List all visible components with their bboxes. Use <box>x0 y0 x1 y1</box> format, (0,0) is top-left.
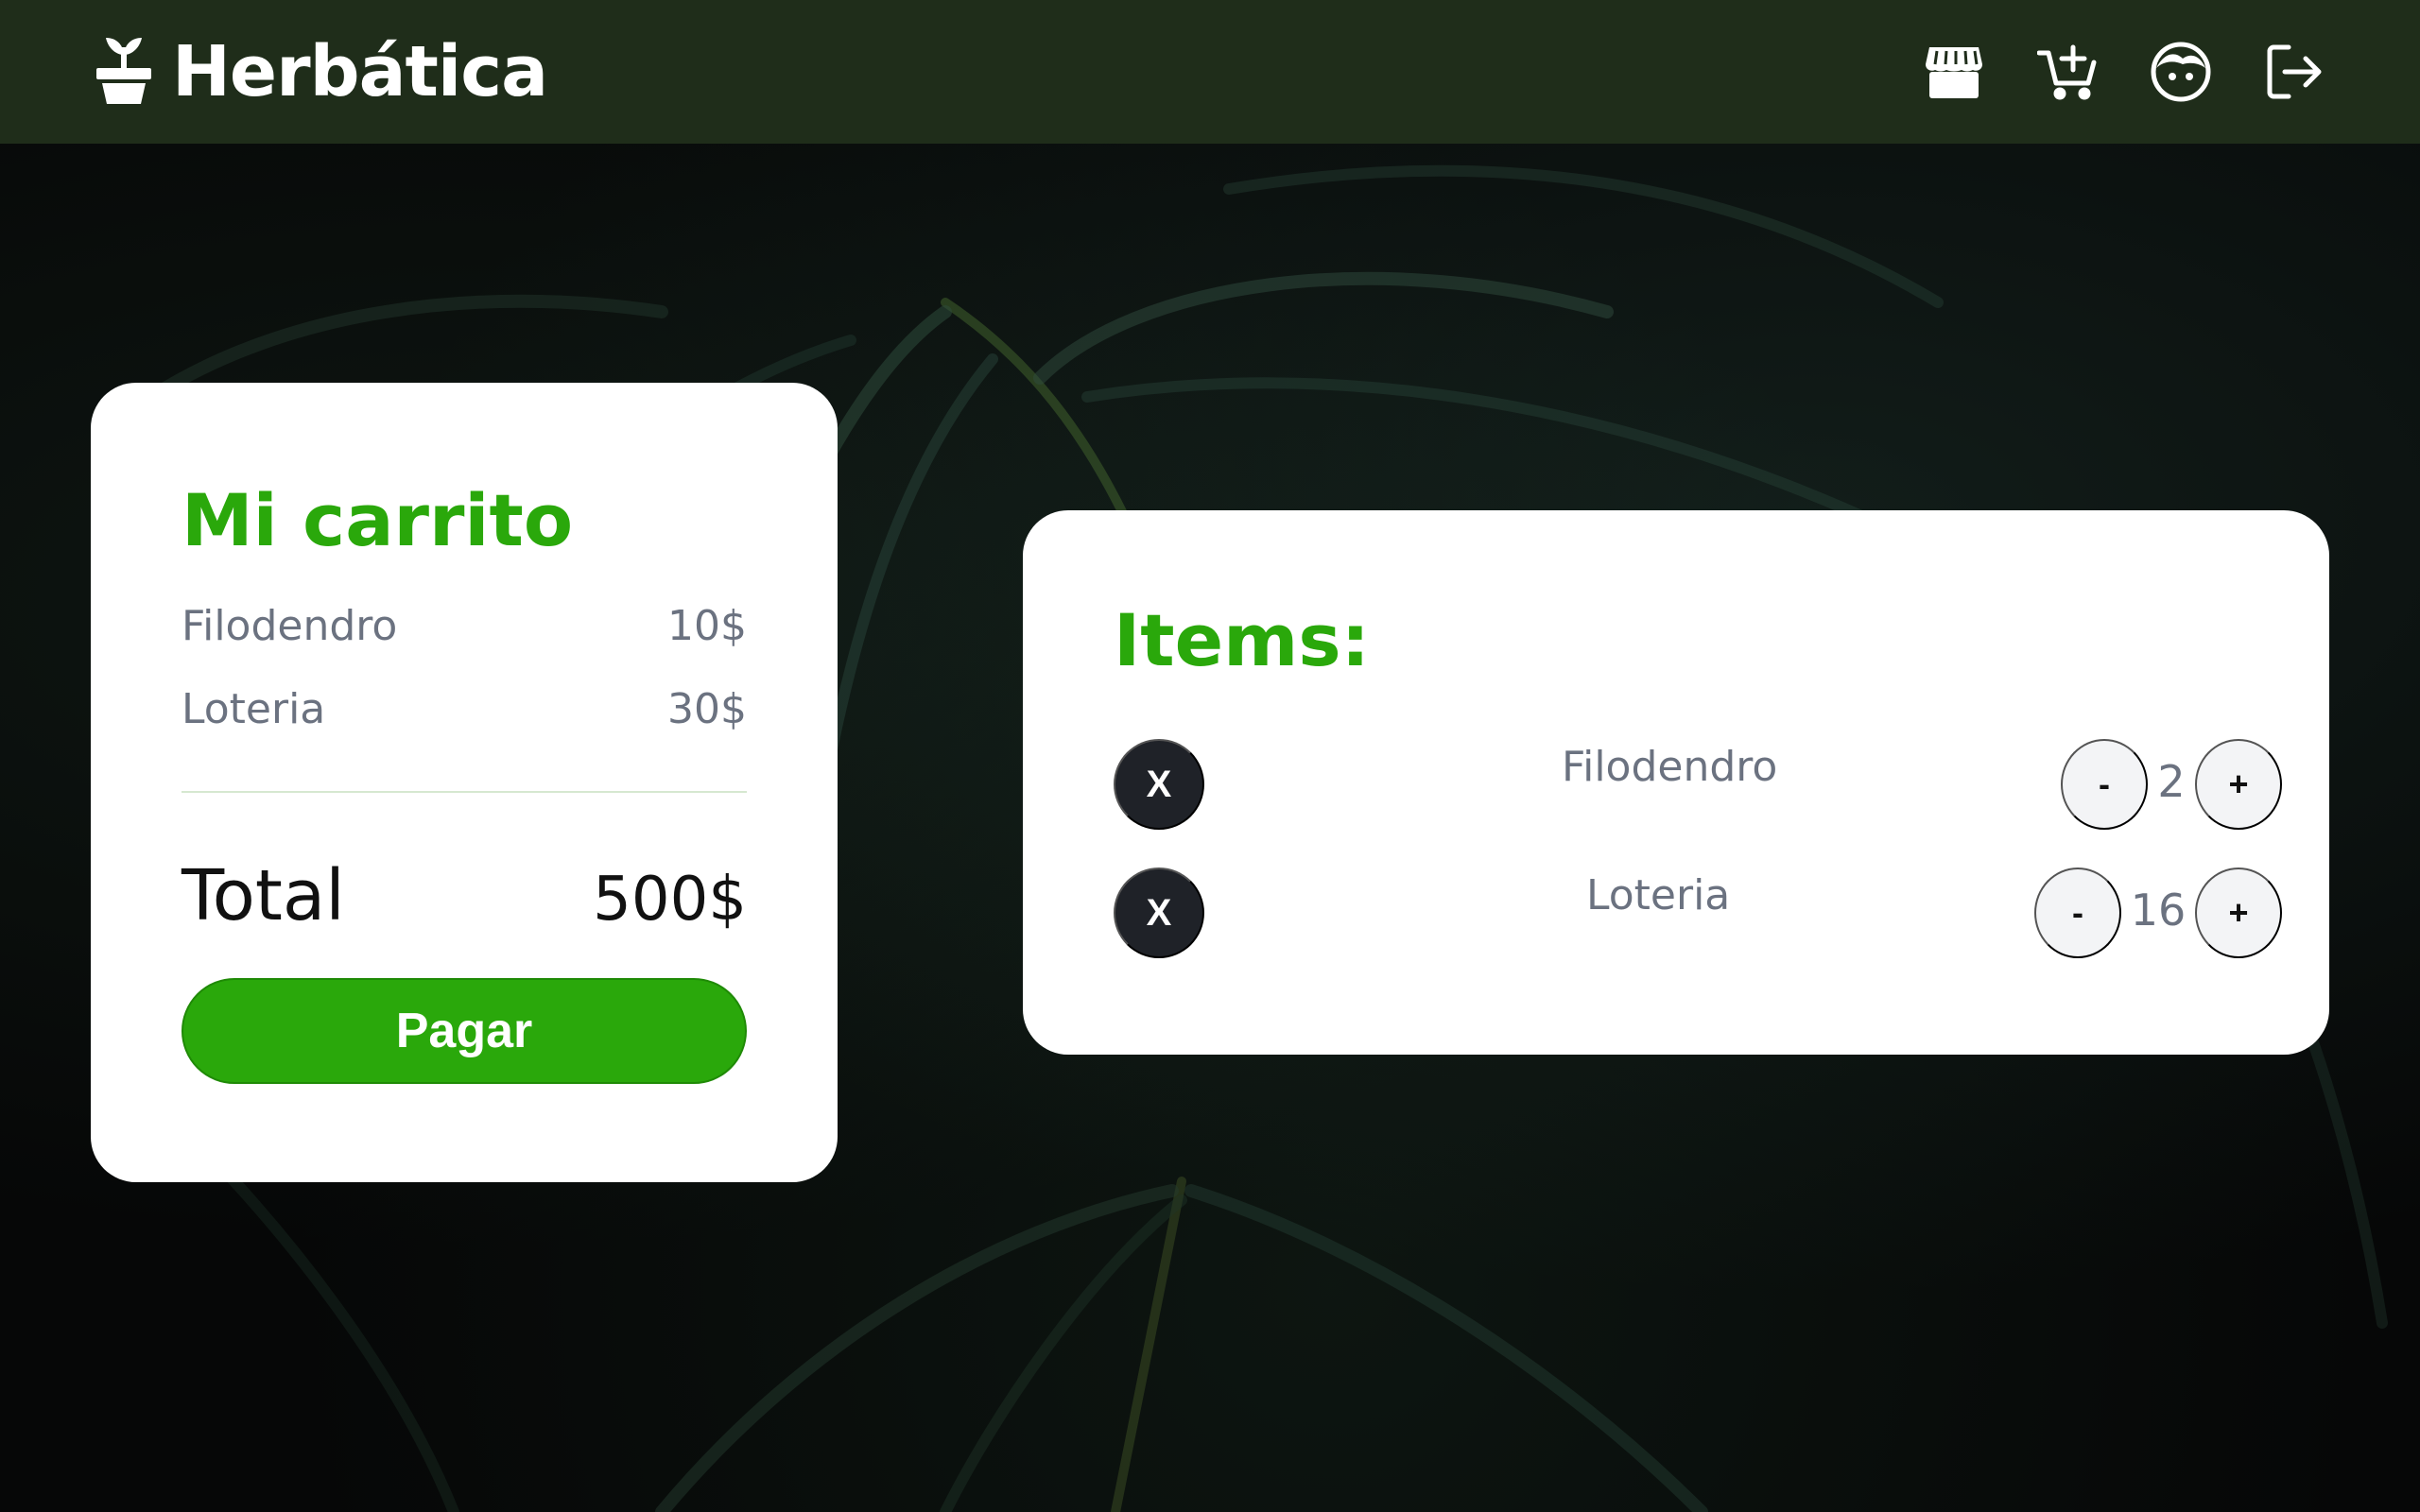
cart-line-price: 10$ <box>667 602 747 650</box>
logout-icon[interactable] <box>2263 41 2325 103</box>
item-name: Filodendro <box>1562 743 1778 791</box>
top-navbar: Herbática <box>0 0 2420 144</box>
item-row: X Loteria - 16 + <box>1114 868 2282 958</box>
increase-quantity-button[interactable]: + <box>2195 868 2282 958</box>
quantity-value: 16 <box>2130 885 2187 936</box>
brand-name: Herbática <box>172 31 548 112</box>
increase-quantity-button[interactable]: + <box>2195 739 2282 830</box>
plant-pot-icon <box>95 34 153 110</box>
cart-title: Mi carrito <box>182 478 574 562</box>
item-name: Loteria <box>1586 871 1731 919</box>
cart-line-name: Filodendro <box>182 602 398 650</box>
user-face-icon[interactable] <box>2150 41 2212 103</box>
decrease-quantity-button[interactable]: - <box>2061 739 2148 830</box>
items-card: Items: X Filodendro - 2 + X Loteria - 16… <box>1023 510 2329 1055</box>
brand-logo[interactable]: Herbática <box>95 31 548 112</box>
nav-actions <box>1923 38 2325 106</box>
quantity-value: 2 <box>2157 756 2186 807</box>
cart-line-name: Loteria <box>182 685 326 733</box>
cart-divider <box>182 791 747 793</box>
remove-item-button[interactable]: X <box>1114 739 1204 830</box>
items-title: Items: <box>1114 598 1370 682</box>
total-label: Total <box>182 855 345 936</box>
total-value: 500$ <box>593 865 747 935</box>
cart-add-icon[interactable] <box>2036 41 2099 103</box>
store-icon[interactable] <box>1923 41 1985 103</box>
total-row: Total 500$ <box>182 855 747 936</box>
pay-button[interactable]: Pagar <box>182 978 747 1084</box>
item-row: X Filodendro - 2 + <box>1114 739 2282 830</box>
cart-line-item: Filodendro 10$ <box>182 602 747 650</box>
remove-item-button[interactable]: X <box>1114 868 1204 958</box>
cart-line-price: 30$ <box>667 685 747 733</box>
cart-summary-card: Mi carrito Filodendro 10$ Loteria 30$ To… <box>91 383 838 1182</box>
decrease-quantity-button[interactable]: - <box>2034 868 2121 958</box>
cart-line-item: Loteria 30$ <box>182 685 747 733</box>
